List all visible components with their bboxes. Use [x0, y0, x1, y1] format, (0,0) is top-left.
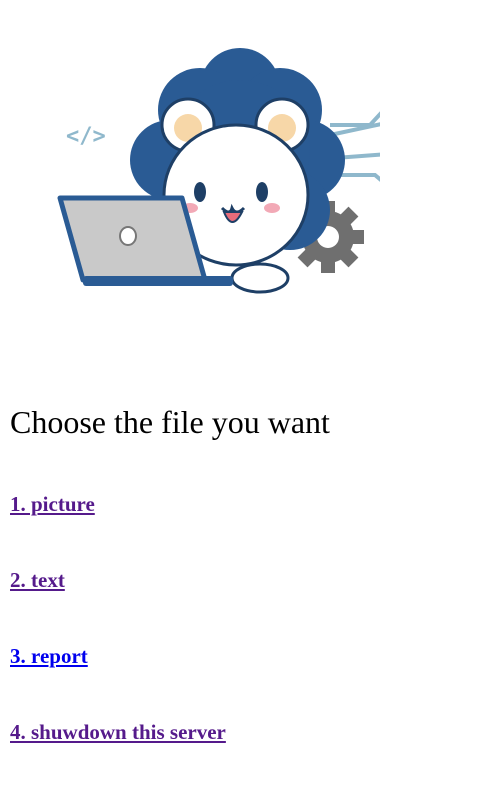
link-report[interactable]: 3. report — [10, 642, 88, 670]
link-text[interactable]: 2. text — [10, 566, 65, 594]
link-shutdown-server[interactable]: 4. shuwdown this server — [10, 718, 226, 746]
mascot-illustration: </> — [50, 40, 380, 300]
code-tag-icon: </> — [66, 124, 106, 149]
link-picture[interactable]: 1. picture — [10, 490, 95, 518]
page-title: Choose the file you want — [10, 404, 330, 440]
